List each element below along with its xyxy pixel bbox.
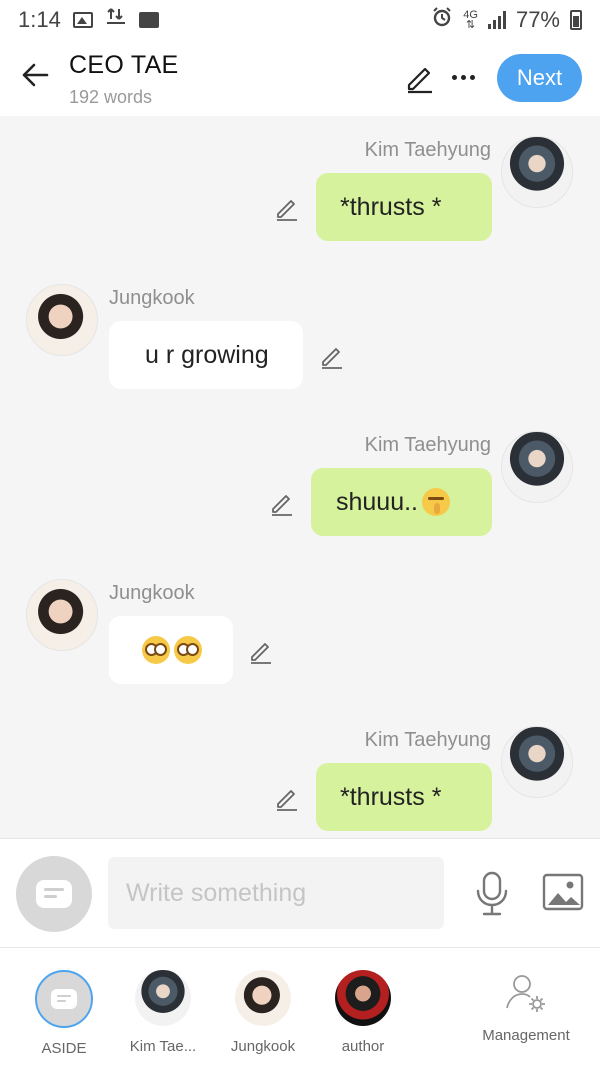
pencil-icon bbox=[407, 67, 432, 94]
sender-name: Kim Taehyung bbox=[364, 729, 491, 751]
edit-message-pencil-icon[interactable] bbox=[273, 194, 301, 222]
next-button[interactable]: Next bbox=[497, 54, 582, 102]
message-row: Kim Taehyung shuuu.. bbox=[0, 431, 600, 551]
character-jungkook[interactable]: Jungkook bbox=[213, 970, 313, 1060]
management-button[interactable]: Management bbox=[474, 970, 578, 1060]
message-row: Jungkook u r growing bbox=[0, 284, 600, 404]
sender-name: Kim Taehyung bbox=[364, 139, 491, 161]
message-bubble[interactable]: shuuu.. bbox=[311, 468, 492, 536]
message-bubble[interactable]: *thrusts * bbox=[316, 763, 492, 831]
character-label: ASIDE bbox=[41, 1040, 87, 1057]
back-button[interactable] bbox=[18, 58, 52, 92]
aside-avatar bbox=[35, 970, 93, 1028]
avatar-kim-taehyung[interactable] bbox=[501, 136, 573, 208]
story-title: CEO TAE bbox=[69, 51, 179, 79]
transfer-notification-icon bbox=[105, 6, 127, 34]
avatar-jungkook[interactable] bbox=[26, 579, 98, 651]
folder-notification-icon bbox=[138, 12, 159, 28]
character-label: author bbox=[341, 1038, 385, 1055]
sender-name: Kim Taehyung bbox=[364, 434, 491, 456]
image-icon[interactable] bbox=[542, 873, 584, 911]
status-time: 1:14 bbox=[18, 7, 61, 32]
edit-message-pencil-icon[interactable] bbox=[318, 342, 346, 370]
edit-message-pencil-icon[interactable] bbox=[268, 489, 296, 517]
edit-message-pencil-icon[interactable] bbox=[273, 784, 301, 812]
aside-toggle-button[interactable] bbox=[16, 856, 92, 932]
status-bar: 1:14 4G ⇅ 77% bbox=[0, 0, 600, 40]
avatar bbox=[335, 970, 391, 1026]
header: CEO TAE 192 words Next bbox=[0, 40, 600, 116]
user-settings-icon bbox=[506, 975, 545, 1012]
message-text: *thrusts * bbox=[340, 192, 442, 221]
arrow-left-icon bbox=[22, 63, 49, 87]
message-row: Jungkook bbox=[0, 579, 600, 699]
battery-icon bbox=[570, 10, 582, 30]
message-text: shuuu.. bbox=[336, 487, 419, 516]
message-bubble[interactable]: *thrusts * bbox=[316, 173, 492, 241]
avatar bbox=[135, 970, 191, 1026]
message-bubble[interactable] bbox=[109, 616, 233, 684]
message-text: u r growing bbox=[145, 340, 269, 369]
gallery-notification-icon bbox=[72, 12, 93, 28]
character-author[interactable]: author bbox=[313, 970, 413, 1060]
microphone-icon[interactable] bbox=[473, 871, 511, 917]
character-aside[interactable]: ASIDE bbox=[14, 970, 114, 1060]
message-row: Kim Taehyung *thrusts * bbox=[0, 726, 600, 838]
sender-name: Jungkook bbox=[109, 582, 195, 604]
character-label: Jungkook bbox=[230, 1038, 296, 1055]
edit-button[interactable] bbox=[404, 62, 436, 94]
flushed-face-emoji bbox=[142, 636, 170, 664]
avatar-jungkook[interactable] bbox=[26, 284, 98, 356]
chat-bubble-icon bbox=[36, 880, 72, 908]
chat-area[interactable]: Kim Taehyung *thrusts * Jungkook u r gro… bbox=[0, 116, 600, 838]
chat-bubble-icon bbox=[51, 989, 77, 1009]
message-text: *thrusts * bbox=[340, 782, 442, 811]
edit-message-pencil-icon[interactable] bbox=[247, 637, 275, 665]
message-row: Kim Taehyung *thrusts * bbox=[0, 136, 600, 256]
flushed-face-emoji bbox=[174, 636, 202, 664]
avatar-kim-taehyung[interactable] bbox=[501, 431, 573, 503]
character-bar: ASIDE Kim Tae... Jungkook author Managem… bbox=[0, 948, 600, 1067]
message-bubble[interactable]: u r growing bbox=[109, 321, 303, 389]
more-options-button[interactable] bbox=[448, 62, 478, 92]
composer-bar bbox=[0, 838, 600, 948]
network-type: 4G ⇅ bbox=[463, 9, 478, 31]
character-label: Kim Tae... bbox=[129, 1038, 197, 1055]
word-count: 192 words bbox=[69, 87, 153, 107]
alarm-icon bbox=[431, 6, 453, 34]
battery-percent: 77% bbox=[515, 7, 560, 32]
message-input[interactable] bbox=[108, 857, 444, 929]
management-label: Management bbox=[482, 1027, 570, 1044]
avatar bbox=[235, 970, 291, 1026]
sender-name: Jungkook bbox=[109, 287, 195, 309]
avatar-kim-taehyung[interactable] bbox=[501, 726, 573, 798]
character-kim-taehyung[interactable]: Kim Tae... bbox=[113, 970, 213, 1060]
signal-icon bbox=[487, 11, 506, 29]
shushing-face-emoji bbox=[422, 488, 451, 516]
